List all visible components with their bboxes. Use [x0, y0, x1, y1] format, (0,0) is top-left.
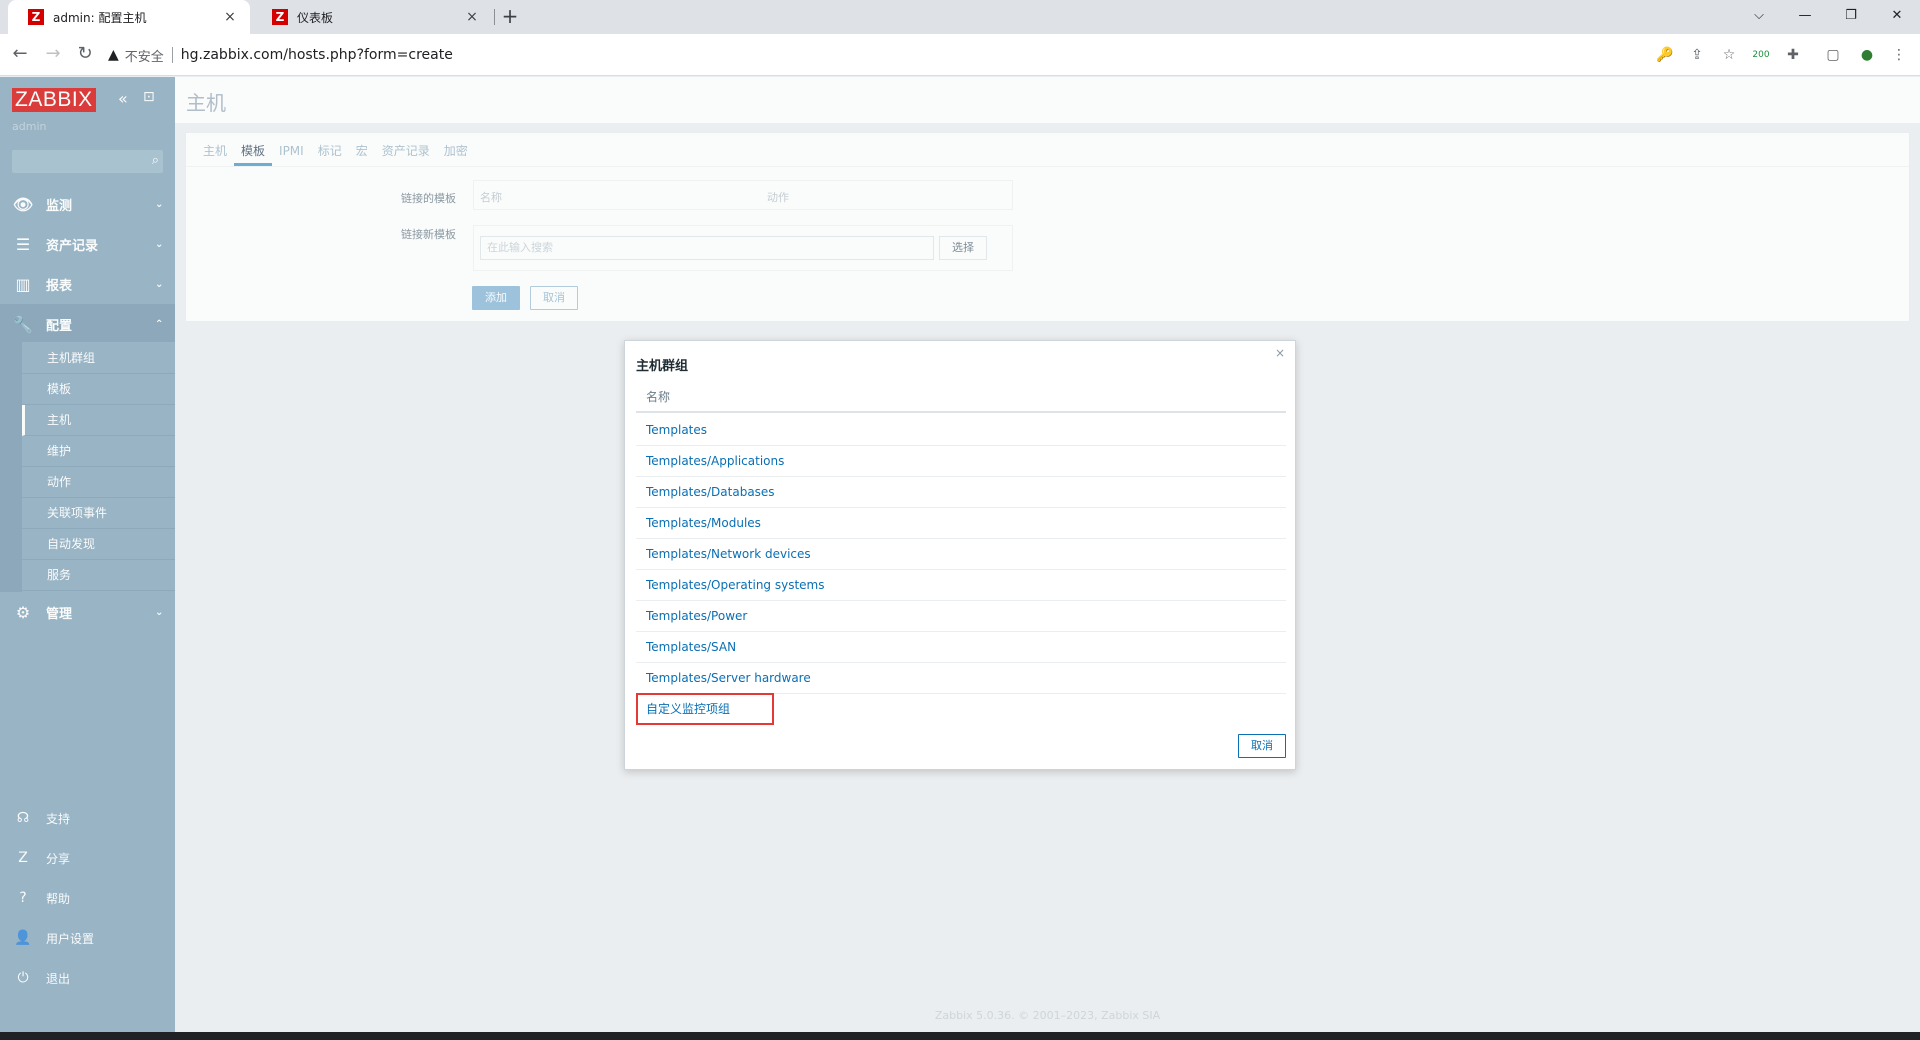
url-text[interactable]: hg.zabbix.com/hosts.php?form=create	[181, 47, 453, 63]
reload-icon[interactable]: ↻	[73, 43, 97, 67]
extension-counter-badge[interactable]: 200	[1751, 45, 1771, 65]
back-icon[interactable]: ←	[8, 43, 32, 67]
host-group-row[interactable]: Templates/Power	[636, 601, 1286, 632]
tab-search-icon[interactable]: ⌵	[1736, 0, 1782, 30]
host-group-row[interactable]: Templates/Network devices	[636, 539, 1286, 570]
host-group-row-highlighted[interactable]: 自定义监控项组	[636, 693, 774, 725]
profile-avatar-icon[interactable]: ●	[1857, 45, 1877, 65]
host-group-row[interactable]: Templates/Databases	[636, 477, 1286, 508]
host-groups-dialog: 主机群组 × 名称 Templates Templates/Applicatio…	[624, 340, 1296, 770]
host-group-row[interactable]: Templates/Server hardware	[636, 663, 1286, 694]
dialog-title: 主机群组	[636, 359, 689, 374]
address-bar[interactable]: ▲ 不安全 hg.zabbix.com/hosts.php?form=creat…	[108, 39, 1892, 71]
close-icon[interactable]: ×	[1275, 346, 1285, 360]
key-icon[interactable]: 🔑	[1655, 45, 1675, 65]
dialog-column-header: 名称	[636, 381, 1286, 413]
browser-menu-icon[interactable]: ⋮	[1889, 45, 1909, 65]
tab-title: 仪表板	[297, 10, 334, 25]
zabbix-favicon-icon: Z	[28, 9, 44, 25]
browser-tab-bar: Z admin: 配置主机 × Z 仪表板 × + ⌵ — ❐ ✕	[0, 0, 1920, 34]
host-group-row[interactable]: Templates/Applications	[636, 446, 1286, 477]
insecure-label[interactable]: 不安全	[125, 46, 164, 65]
host-group-row[interactable]: Templates	[636, 415, 1286, 446]
tab-title: admin: 配置主机	[53, 10, 147, 25]
side-panel-icon[interactable]: ▢	[1823, 45, 1843, 65]
forward-icon[interactable]: →	[41, 43, 65, 67]
browser-tab-active[interactable]: Z admin: 配置主机 ×	[8, 0, 250, 34]
minimize-button[interactable]: —	[1782, 0, 1828, 30]
share-icon[interactable]: ⇪	[1687, 45, 1707, 65]
tab-close-icon[interactable]: ×	[464, 9, 480, 25]
new-tab-button[interactable]: +	[498, 5, 522, 29]
bookmark-star-icon[interactable]: ☆	[1719, 45, 1739, 65]
browser-toolbar: ← → ↻ ▲ 不安全 hg.zabbix.com/hosts.php?form…	[0, 34, 1920, 76]
host-group-row[interactable]: Templates/SAN	[636, 632, 1286, 663]
tab-close-icon[interactable]: ×	[222, 9, 238, 25]
tab-separator	[494, 9, 495, 25]
restore-button[interactable]: ❐	[1828, 0, 1874, 30]
zabbix-favicon-icon: Z	[272, 9, 288, 25]
os-taskbar	[0, 1032, 1920, 1040]
host-group-row[interactable]: Templates/Operating systems	[636, 570, 1286, 601]
address-divider	[171, 47, 173, 63]
extensions-puzzle-icon[interactable]: ✚	[1783, 45, 1803, 65]
browser-tab-inactive[interactable]: Z 仪表板 ×	[252, 0, 492, 34]
close-window-button[interactable]: ✕	[1874, 0, 1920, 30]
dialog-cancel-button[interactable]: 取消	[1238, 734, 1286, 758]
host-group-row[interactable]: Templates/Modules	[636, 508, 1286, 539]
warning-icon[interactable]: ▲	[108, 47, 119, 63]
